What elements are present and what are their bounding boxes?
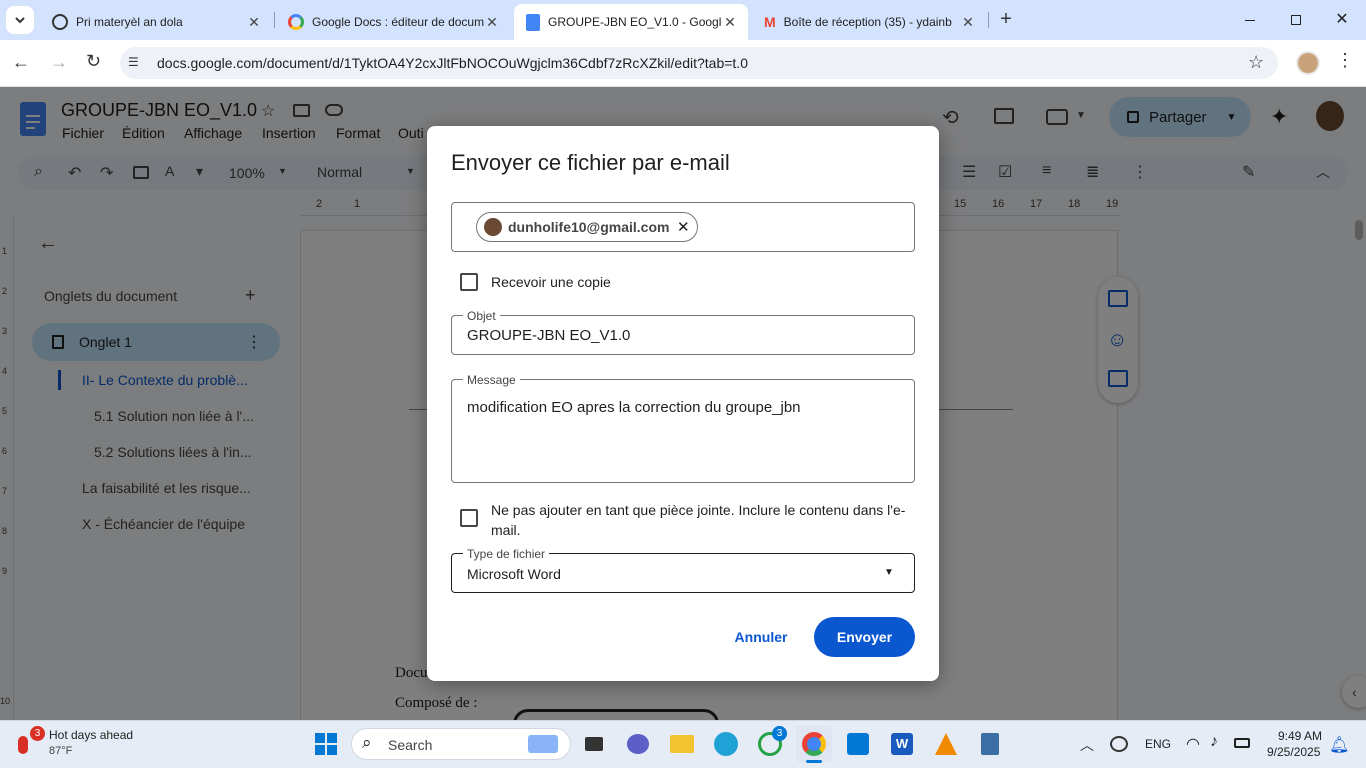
word-icon[interactable]: W xyxy=(884,726,920,762)
tab-title: Pri materyèl an dola xyxy=(76,15,183,29)
chevron-up-icon[interactable]: ︿ xyxy=(1080,735,1094,755)
dialog-title: Envoyer ce fichier par e-mail xyxy=(451,150,730,175)
recipient-email: dunholife10@gmail.com xyxy=(508,219,670,235)
notification-bell-icon[interactable]: 🔔︎ xyxy=(1329,735,1349,755)
search-label: Search xyxy=(388,737,433,753)
site-info-icon[interactable]: ☰ xyxy=(128,55,144,71)
tab-title: Boîte de réception (35) - ydainb xyxy=(783,15,952,29)
email-dialog: Envoyer ce fichier par e-mail dunholife1… xyxy=(427,126,939,681)
weather-temp: 87°F xyxy=(49,745,73,757)
url-text: docs.google.com/document/d/1TyktOA4Y2cxJ… xyxy=(157,55,748,71)
dropdown-arrow-icon: ▼ xyxy=(884,567,894,578)
file-explorer-icon[interactable] xyxy=(664,726,700,762)
calculator-icon[interactable] xyxy=(972,726,1008,762)
profile-avatar[interactable] xyxy=(1296,51,1320,75)
close-window-button[interactable]: ✕ xyxy=(1328,8,1356,32)
clock-time[interactable]: 9:49 AM xyxy=(1278,729,1322,743)
new-tab-button[interactable]: + xyxy=(994,8,1018,32)
browser-tab-strip: Pri materyèl an dola ✕ Google Docs : édi… xyxy=(0,0,1366,40)
whatsapp-icon[interactable]: 3 xyxy=(752,726,788,762)
browser-tab[interactable]: M Boîte de réception (35) - ydainb ✕ xyxy=(752,4,986,40)
message-field[interactable]: modification EO apres la correction du g… xyxy=(451,379,915,483)
edge-icon[interactable] xyxy=(708,726,744,762)
receive-copy-checkbox[interactable] xyxy=(460,273,478,291)
subject-label: Objet xyxy=(463,309,500,323)
google-icon xyxy=(288,14,304,30)
weather-title: Hot days ahead xyxy=(49,728,134,742)
subject-field[interactable]: GROUPE-JBN EO_V1.0 xyxy=(451,315,915,355)
reload-icon[interactable]: ↻ xyxy=(86,51,101,72)
tab-search-button[interactable] xyxy=(6,6,34,34)
active-app-indicator xyxy=(806,760,822,763)
weather-widget[interactable]: 3 Hot days ahead 87°F xyxy=(14,726,164,762)
volume-icon[interactable]: ♪ xyxy=(1210,733,1218,751)
battery-icon[interactable] xyxy=(1234,738,1250,748)
network-status-icon[interactable] xyxy=(1110,736,1128,752)
tab-title: GROUPE-JBN EO_V1.0 - Google xyxy=(548,15,722,29)
close-icon[interactable]: ✕ xyxy=(677,218,690,236)
tab-separator xyxy=(988,12,989,28)
avatar xyxy=(484,218,502,236)
language-indicator[interactable]: ENG xyxy=(1145,737,1171,751)
minimize-button[interactable] xyxy=(1236,8,1264,32)
taskview-icon[interactable] xyxy=(576,726,612,762)
gmail-icon: M xyxy=(764,14,776,30)
receive-copy-label: Recevoir une copie xyxy=(491,274,611,290)
close-icon[interactable]: ✕ xyxy=(960,14,976,30)
browser-tab-active[interactable]: GROUPE-JBN EO_V1.0 - Google ✕ xyxy=(514,4,748,40)
back-arrow-icon[interactable]: ← xyxy=(12,52,30,73)
recipients-field[interactable]: dunholife10@gmail.com ✕ xyxy=(451,202,915,252)
recipient-chip[interactable]: dunholife10@gmail.com ✕ xyxy=(476,212,698,242)
windows-icon xyxy=(315,733,337,755)
send-button[interactable]: Envoyer xyxy=(814,617,915,657)
forward-arrow-icon[interactable]: → xyxy=(50,52,68,73)
filetype-value: Microsoft Word xyxy=(467,566,561,582)
browser-menu-icon[interactable]: ⋮ xyxy=(1336,50,1354,71)
restore-button[interactable] xyxy=(1282,8,1310,32)
taskbar-search[interactable]: ⌕ Search xyxy=(351,728,571,760)
cancel-button[interactable]: Annuler xyxy=(723,617,799,657)
docs-icon xyxy=(526,13,540,31)
whatsapp-badge: 3 xyxy=(772,726,787,741)
browser-tab[interactable]: Pri materyèl an dola ✕ xyxy=(40,4,272,40)
subject-value: GROUPE-JBN EO_V1.0 xyxy=(467,327,631,344)
start-button[interactable] xyxy=(308,726,344,762)
clock-date[interactable]: 9/25/2025 xyxy=(1267,745,1320,759)
chevron-down-icon xyxy=(15,17,25,24)
browser-tab[interactable]: Google Docs : éditeur de docum ✕ xyxy=(276,4,510,40)
vlc-icon[interactable] xyxy=(928,726,964,762)
vscode-icon[interactable] xyxy=(840,726,876,762)
tab-separator xyxy=(274,12,275,28)
no-attachment-checkbox[interactable] xyxy=(460,509,478,527)
close-icon[interactable]: ✕ xyxy=(246,14,262,30)
weather-badge: 3 xyxy=(30,726,45,741)
chat-icon[interactable] xyxy=(620,726,656,762)
chrome-icon[interactable] xyxy=(796,726,832,762)
openai-icon xyxy=(52,14,68,30)
close-icon[interactable]: ✕ xyxy=(722,14,738,30)
filetype-label: Type de fichier xyxy=(463,547,550,561)
search-icon: ⌕ xyxy=(362,733,372,752)
no-attachment-label: Ne pas ajouter en tant que pièce jointe.… xyxy=(491,502,906,538)
bookmark-star-icon[interactable]: ☆ xyxy=(1248,52,1264,73)
message-label: Message xyxy=(463,373,520,387)
search-highlight-icon xyxy=(528,735,558,753)
thermometer-icon xyxy=(18,736,28,754)
tab-title: Google Docs : éditeur de docum xyxy=(312,15,484,29)
close-icon[interactable]: ✕ xyxy=(484,14,500,30)
address-bar[interactable]: ☰ docs.google.com/document/d/1TyktOA4Y2c… xyxy=(120,47,1278,79)
message-value: modification EO apres la correction du g… xyxy=(467,399,801,416)
wifi-icon[interactable]: ◠ xyxy=(1186,734,1200,754)
